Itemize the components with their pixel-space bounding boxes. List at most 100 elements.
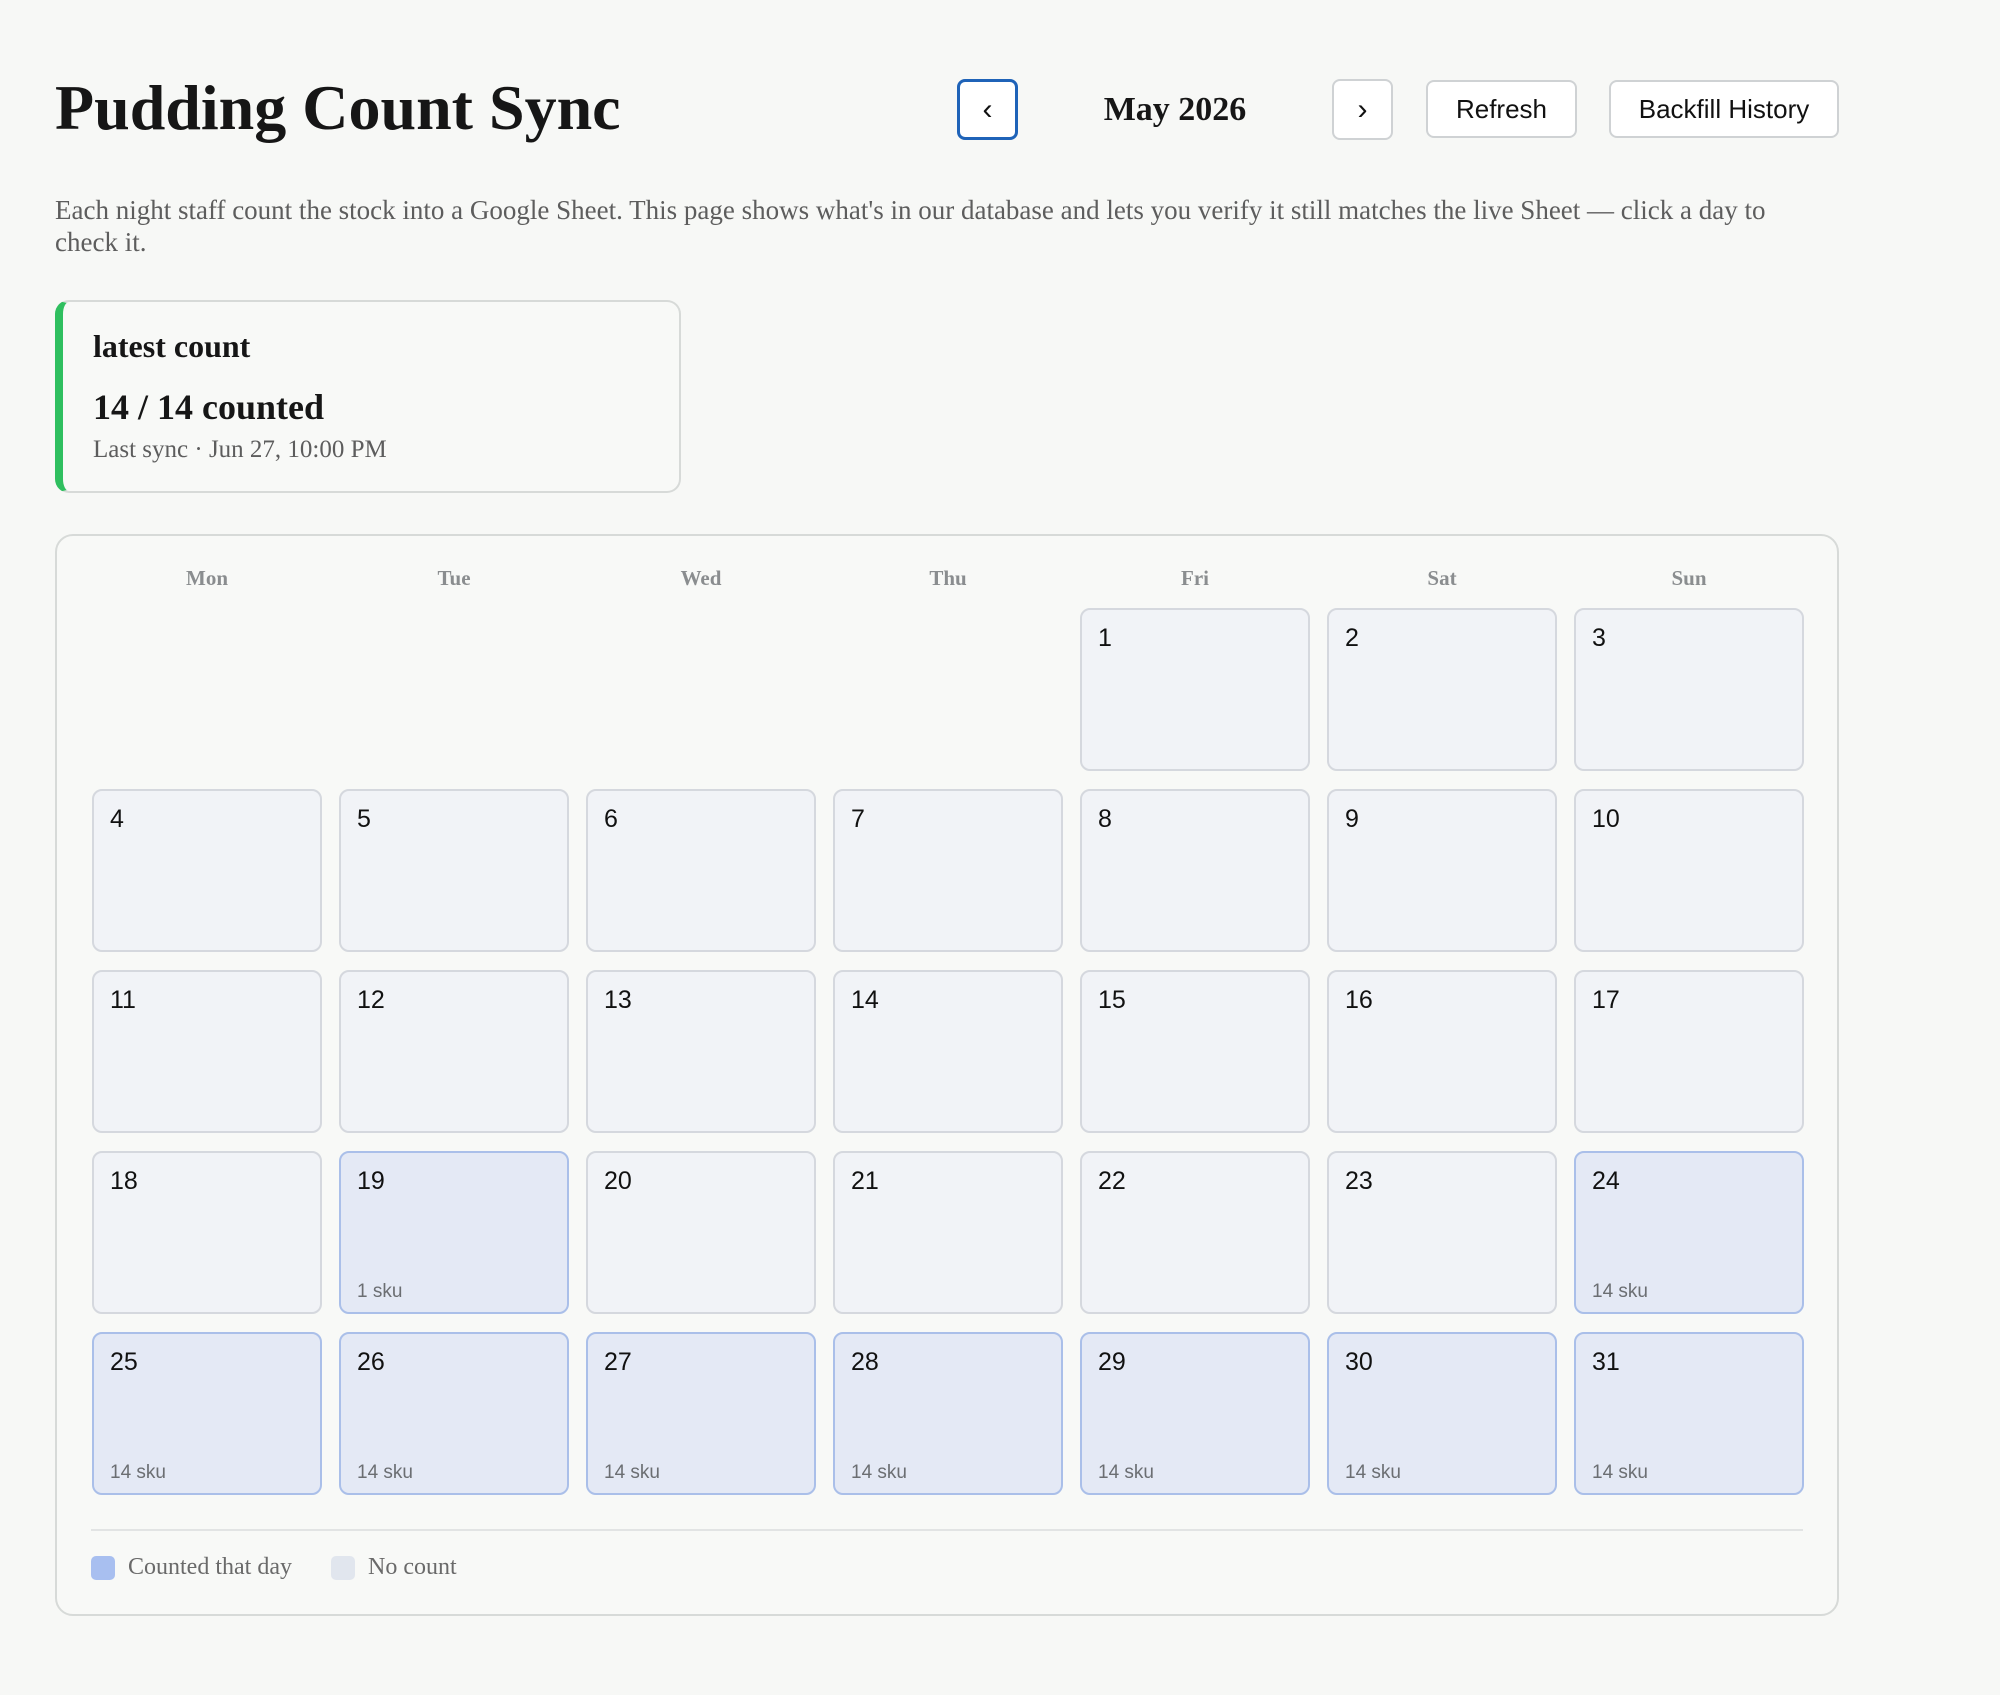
- day-cell-19[interactable]: 19 1 sku: [339, 1151, 569, 1314]
- legend-no-count-swatch: [331, 1555, 355, 1580]
- day-cell-27[interactable]: 27 14 sku: [586, 1332, 816, 1495]
- day-cell-4[interactable]: 4: [92, 789, 322, 952]
- latest-count-value: 14 / 14 counted: [93, 387, 325, 427]
- legend-divider: [91, 1529, 1803, 1531]
- day-number: 4: [110, 805, 124, 833]
- day-number: 31: [1592, 1348, 1620, 1376]
- day-cell-5[interactable]: 5: [339, 789, 569, 952]
- legend-counted-swatch: [91, 1555, 115, 1580]
- day-number: 14: [851, 986, 879, 1014]
- day-number: 13: [604, 986, 632, 1014]
- day-number: 24: [1592, 1167, 1620, 1195]
- day-sku-count: 1 sku: [357, 1281, 403, 1302]
- weekday-header-tue: Tue: [437, 566, 471, 590]
- day-cell-16[interactable]: 16: [1327, 970, 1557, 1133]
- day-cell-2[interactable]: 2: [1327, 608, 1557, 771]
- day-number: 23: [1345, 1167, 1373, 1195]
- day-cell-1[interactable]: 1: [1080, 608, 1310, 771]
- day-cell-17[interactable]: 17: [1574, 970, 1804, 1133]
- legend-counted-label: Counted that day: [128, 1554, 292, 1580]
- day-number: 6: [604, 805, 618, 833]
- page-title: Pudding Count Sync: [55, 72, 621, 143]
- day-number: 28: [851, 1348, 879, 1376]
- weekday-header-fri: Fri: [1181, 566, 1209, 590]
- day-sku-count: 14 sku: [1592, 1281, 1648, 1302]
- day-sku-count: 14 sku: [1592, 1462, 1648, 1483]
- day-cell-28[interactable]: 28 14 sku: [833, 1332, 1063, 1495]
- day-sku-count: 14 sku: [1098, 1462, 1154, 1483]
- page: Pudding Count Sync ‹ May 2026 › Refresh …: [0, 0, 2000, 1695]
- day-number: 15: [1098, 986, 1126, 1014]
- day-number: 10: [1592, 805, 1620, 833]
- day-number: 21: [851, 1167, 879, 1195]
- day-number: 25: [110, 1348, 138, 1376]
- day-number: 27: [604, 1348, 632, 1376]
- latest-count-label: latest count: [93, 328, 251, 364]
- intro-text: Each night staff count the stock into a …: [55, 195, 1766, 257]
- day-cell-31[interactable]: 31 14 sku: [1574, 1332, 1804, 1495]
- day-cell-11[interactable]: 11: [92, 970, 322, 1133]
- day-number: 29: [1098, 1348, 1126, 1376]
- day-sku-count: 14 sku: [851, 1462, 907, 1483]
- day-cell-23[interactable]: 23: [1327, 1151, 1557, 1314]
- legend-no-count-label: No count: [368, 1554, 457, 1580]
- day-number: 3: [1592, 624, 1606, 652]
- day-number: 26: [357, 1348, 385, 1376]
- day-number: 12: [357, 986, 385, 1014]
- day-cell-20[interactable]: 20: [586, 1151, 816, 1314]
- day-cell-30[interactable]: 30 14 sku: [1327, 1332, 1557, 1495]
- day-sku-count: 14 sku: [1345, 1462, 1401, 1483]
- day-number: 5: [357, 805, 371, 833]
- day-cell-26[interactable]: 26 14 sku: [339, 1332, 569, 1495]
- day-cell-10[interactable]: 10: [1574, 789, 1804, 952]
- day-number: 22: [1098, 1167, 1126, 1195]
- day-cell-21[interactable]: 21: [833, 1151, 1063, 1314]
- chevron-left-icon: ‹: [982, 92, 993, 126]
- weekday-header-mon: Mon: [186, 566, 228, 590]
- day-number: 19: [357, 1167, 385, 1195]
- legend-counted: Counted that day: [91, 1554, 292, 1581]
- month-label: May 2026: [1103, 91, 1247, 128]
- day-cell-25[interactable]: 25 14 sku: [92, 1332, 322, 1495]
- day-number: 2: [1345, 624, 1359, 652]
- day-cell-7[interactable]: 7: [833, 789, 1063, 952]
- day-number: 9: [1345, 805, 1359, 833]
- prev-month-button[interactable]: ‹: [957, 79, 1018, 140]
- day-number: 30: [1345, 1348, 1373, 1376]
- day-cell-14[interactable]: 14: [833, 970, 1063, 1133]
- day-cell-29[interactable]: 29 14 sku: [1080, 1332, 1310, 1495]
- day-cell-22[interactable]: 22: [1080, 1151, 1310, 1314]
- day-cell-24[interactable]: 24 14 sku: [1574, 1151, 1804, 1314]
- day-number: 20: [604, 1167, 632, 1195]
- day-cell-3[interactable]: 3: [1574, 608, 1804, 771]
- day-number: 16: [1345, 986, 1373, 1014]
- chevron-right-icon: ›: [1357, 92, 1368, 126]
- day-cell-12[interactable]: 12: [339, 970, 569, 1133]
- weekday-header-wed: Wed: [680, 566, 722, 590]
- day-number: 7: [851, 805, 865, 833]
- backfill-history-button[interactable]: Backfill History: [1609, 80, 1839, 138]
- day-cell-13[interactable]: 13: [586, 970, 816, 1133]
- day-sku-count: 14 sku: [604, 1462, 660, 1483]
- weekday-header-sun: Sun: [1671, 566, 1707, 590]
- legend-no-count: No count: [331, 1554, 457, 1581]
- calendar: Mon Tue Wed Thu Fri Sat Sun 1 2 3 4 5 6 7 8 9 10 1…: [55, 534, 1839, 1616]
- weekday-header-sat: Sat: [1427, 566, 1457, 590]
- refresh-button[interactable]: Refresh: [1426, 80, 1577, 138]
- day-cell-8[interactable]: 8: [1080, 789, 1310, 952]
- day-cell-9[interactable]: 9: [1327, 789, 1557, 952]
- day-cell-18[interactable]: 18: [92, 1151, 322, 1314]
- day-number: 11: [110, 986, 136, 1014]
- latest-count-card: latest count 14 / 14 counted Last sync ·…: [55, 300, 681, 493]
- next-month-button[interactable]: ›: [1332, 79, 1393, 140]
- day-cell-15[interactable]: 15: [1080, 970, 1310, 1133]
- day-number: 18: [110, 1167, 138, 1195]
- day-number: 8: [1098, 805, 1112, 833]
- day-sku-count: 14 sku: [357, 1462, 413, 1483]
- weekday-header-thu: Thu: [929, 566, 967, 590]
- day-number: 17: [1592, 986, 1620, 1014]
- day-number: 1: [1098, 624, 1112, 652]
- last-sync-text: Last sync · Jun 27, 10:00 PM: [93, 436, 387, 463]
- day-sku-count: 14 sku: [110, 1462, 166, 1483]
- day-cell-6[interactable]: 6: [586, 789, 816, 952]
